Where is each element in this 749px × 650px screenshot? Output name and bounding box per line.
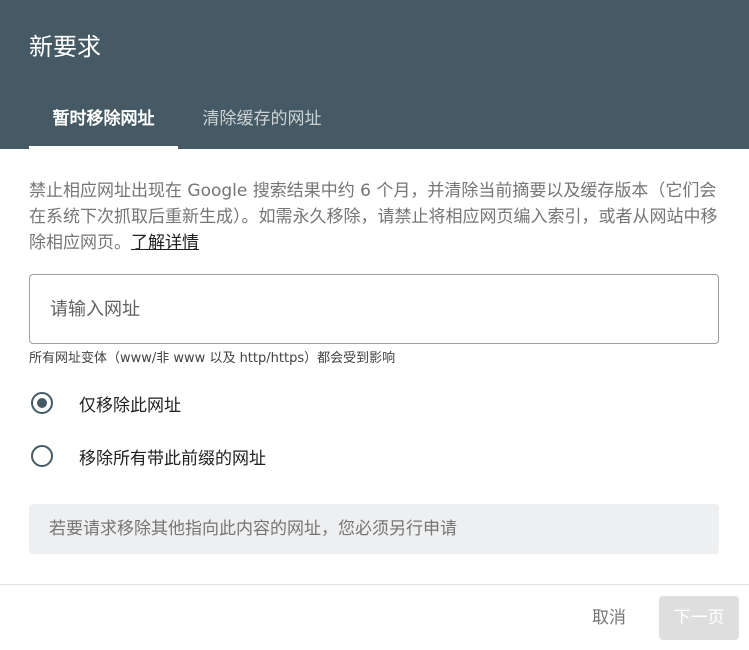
url-input-box[interactable] <box>29 274 719 344</box>
cancel-button[interactable]: 取消 <box>574 596 644 640</box>
url-variants-hint: 所有网址变体（www/非 www 以及 http/https）都会受到影响 <box>29 351 396 366</box>
url-input[interactable] <box>50 275 690 343</box>
notice-banner: 若要请求移除其他指向此内容的网址，您必须另行申请 <box>29 504 719 554</box>
learn-more-link[interactable]: 了解详情 <box>131 233 199 253</box>
radio-button-unchecked[interactable] <box>31 445 53 467</box>
dialog-header: 新要求 暂时移除网址 清除缓存的网址 <box>0 0 749 149</box>
footer-divider <box>0 584 749 585</box>
radio-option-remove-this-url[interactable]: 仅移除此网址 <box>31 390 181 416</box>
description: 禁止相应网址出现在 Google 搜索结果中约 6 个月，并清除当前摘要以及缓存… <box>29 178 719 256</box>
radio-label: 仅移除此网址 <box>79 395 181 416</box>
tab-temporary-remove-url[interactable]: 暂时移除网址 <box>29 101 178 149</box>
next-button[interactable]: 下一页 <box>659 596 739 640</box>
radio-button-checked[interactable] <box>31 392 53 414</box>
radio-label: 移除所有带此前缀的网址 <box>79 448 266 469</box>
radio-option-remove-prefix[interactable]: 移除所有带此前缀的网址 <box>31 443 266 469</box>
tab-clear-cached-url[interactable]: 清除缓存的网址 <box>178 101 346 149</box>
dialog-title: 新要求 <box>29 33 101 61</box>
